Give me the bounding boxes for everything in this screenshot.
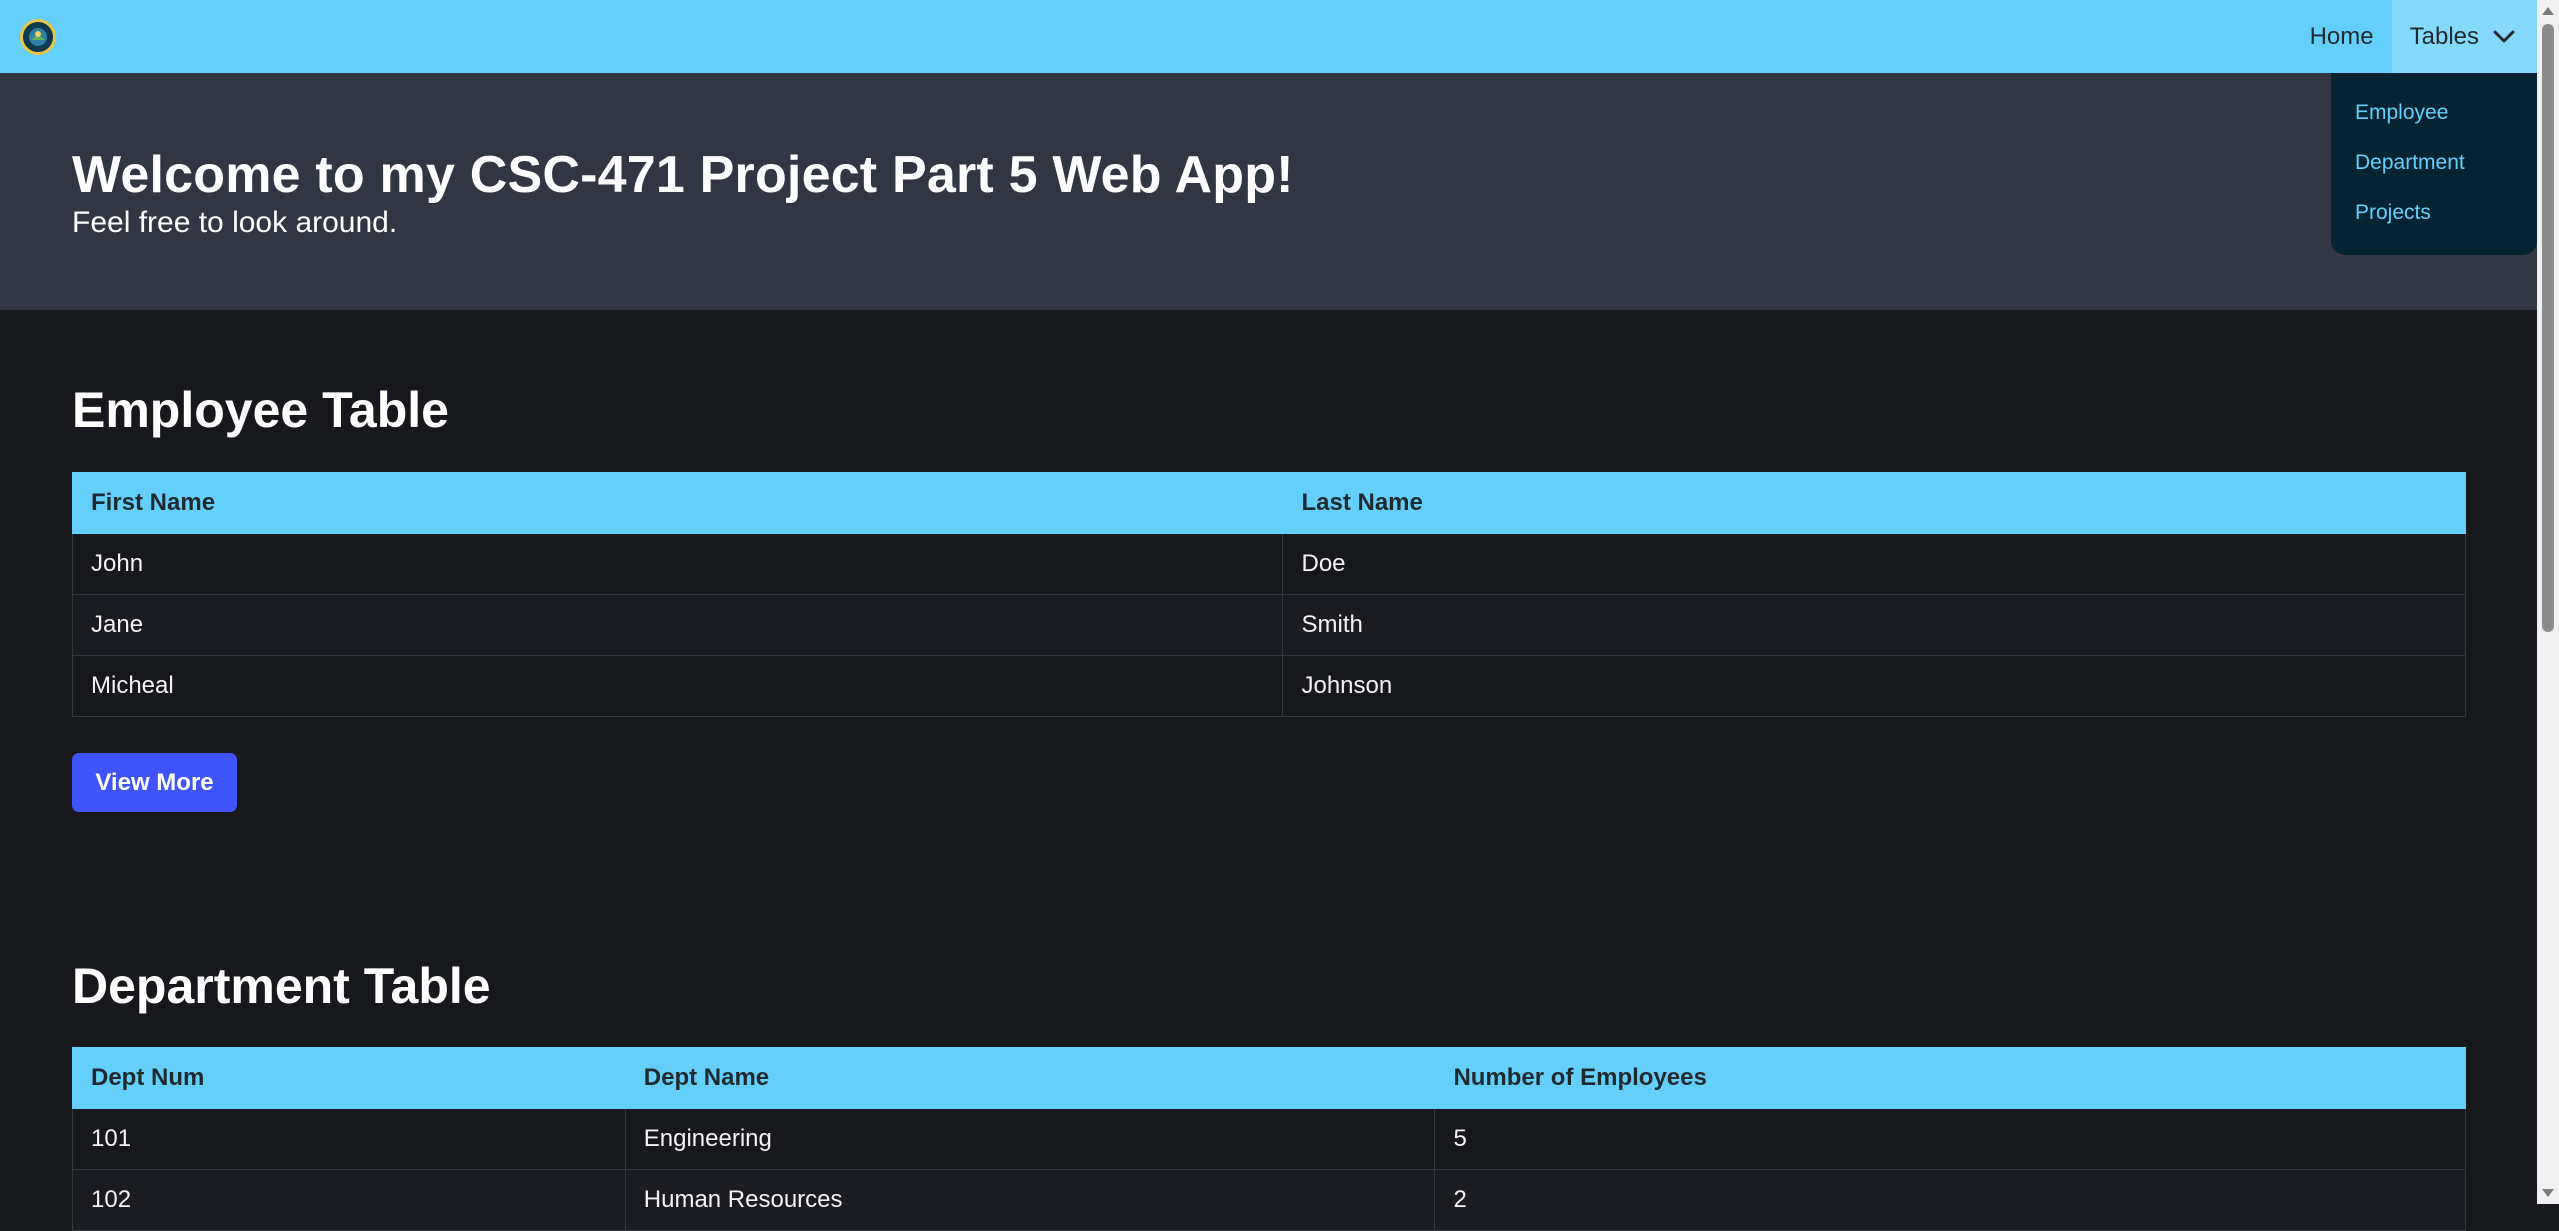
department-table: Dept Num Dept Name Number of Employees 1… — [72, 1047, 2466, 1231]
dropdown-item-department[interactable]: Department — [2331, 149, 2537, 199]
table-row: 101 Engineering 5 — [72, 1108, 2466, 1170]
column-header-dept-name: Dept Name — [624, 1047, 1436, 1109]
table-row: 102 Human Resources 2 — [72, 1169, 2466, 1231]
table-row: Jane Smith — [71, 594, 2466, 656]
cell-number-of-employees: 5 — [1434, 1108, 2466, 1170]
cell-first-name: Jane — [71, 594, 1284, 656]
page-scrollbar[interactable] — [2537, 0, 2559, 1204]
column-header-number-of-employees: Number of Employees — [1434, 1047, 2466, 1109]
cell-dept-name: Human Resources — [624, 1169, 1436, 1231]
hero-title: Welcome to my CSC-471 Project Part 5 Web… — [72, 146, 1294, 204]
view-more-button[interactable]: View More — [72, 753, 237, 812]
cell-number-of-employees: 2 — [1434, 1169, 2466, 1231]
cell-first-name: John — [71, 533, 1284, 595]
logo-icon[interactable] — [20, 18, 56, 55]
table-header-row: Dept Num Dept Name Number of Employees — [72, 1047, 2466, 1109]
table-row: John Doe — [71, 533, 2466, 595]
nav-tables-label: Tables — [2409, 22, 2479, 50]
scroll-down-arrow-icon[interactable] — [2542, 1189, 2554, 1197]
hero-banner: Welcome to my CSC-471 Project Part 5 Web… — [0, 73, 2537, 310]
cell-first-name: Micheal — [71, 655, 1284, 717]
column-header-first-name: First Name — [71, 472, 1284, 534]
table-header-row: First Name Last Name — [71, 472, 2466, 534]
nav-tables-dropdown-toggle[interactable]: Tables — [2391, 0, 2537, 73]
cell-dept-num: 102 — [72, 1169, 626, 1231]
employee-table: First Name Last Name John Doe Jane Smith… — [71, 472, 2466, 717]
cell-dept-num: 101 — [72, 1108, 626, 1170]
column-header-dept-num: Dept Num — [72, 1047, 626, 1109]
nav-home-link[interactable]: Home — [2292, 0, 2392, 73]
tables-dropdown-menu: Employee Department Projects — [2331, 73, 2537, 255]
employee-table-title: Employee Table — [72, 382, 449, 438]
scrollbar-thumb[interactable] — [2542, 24, 2554, 632]
column-header-last-name: Last Name — [1282, 472, 2466, 534]
cell-last-name: Johnson — [1282, 655, 2466, 717]
cell-last-name: Doe — [1282, 533, 2466, 595]
dropdown-item-projects[interactable]: Projects — [2331, 199, 2537, 249]
cell-last-name: Smith — [1282, 594, 2466, 656]
cell-dept-name: Engineering — [624, 1108, 1436, 1170]
scroll-up-arrow-icon[interactable] — [2542, 7, 2554, 15]
dropdown-item-employee[interactable]: Employee — [2331, 99, 2537, 149]
hero-subtitle: Feel free to look around. — [72, 206, 398, 239]
chevron-down-icon — [2493, 30, 2515, 44]
navbar: Home Tables — [0, 0, 2537, 73]
table-row: Micheal Johnson — [71, 655, 2466, 717]
department-table-title: Department Table — [72, 958, 491, 1014]
nav-links: Home Tables — [2292, 0, 2537, 73]
